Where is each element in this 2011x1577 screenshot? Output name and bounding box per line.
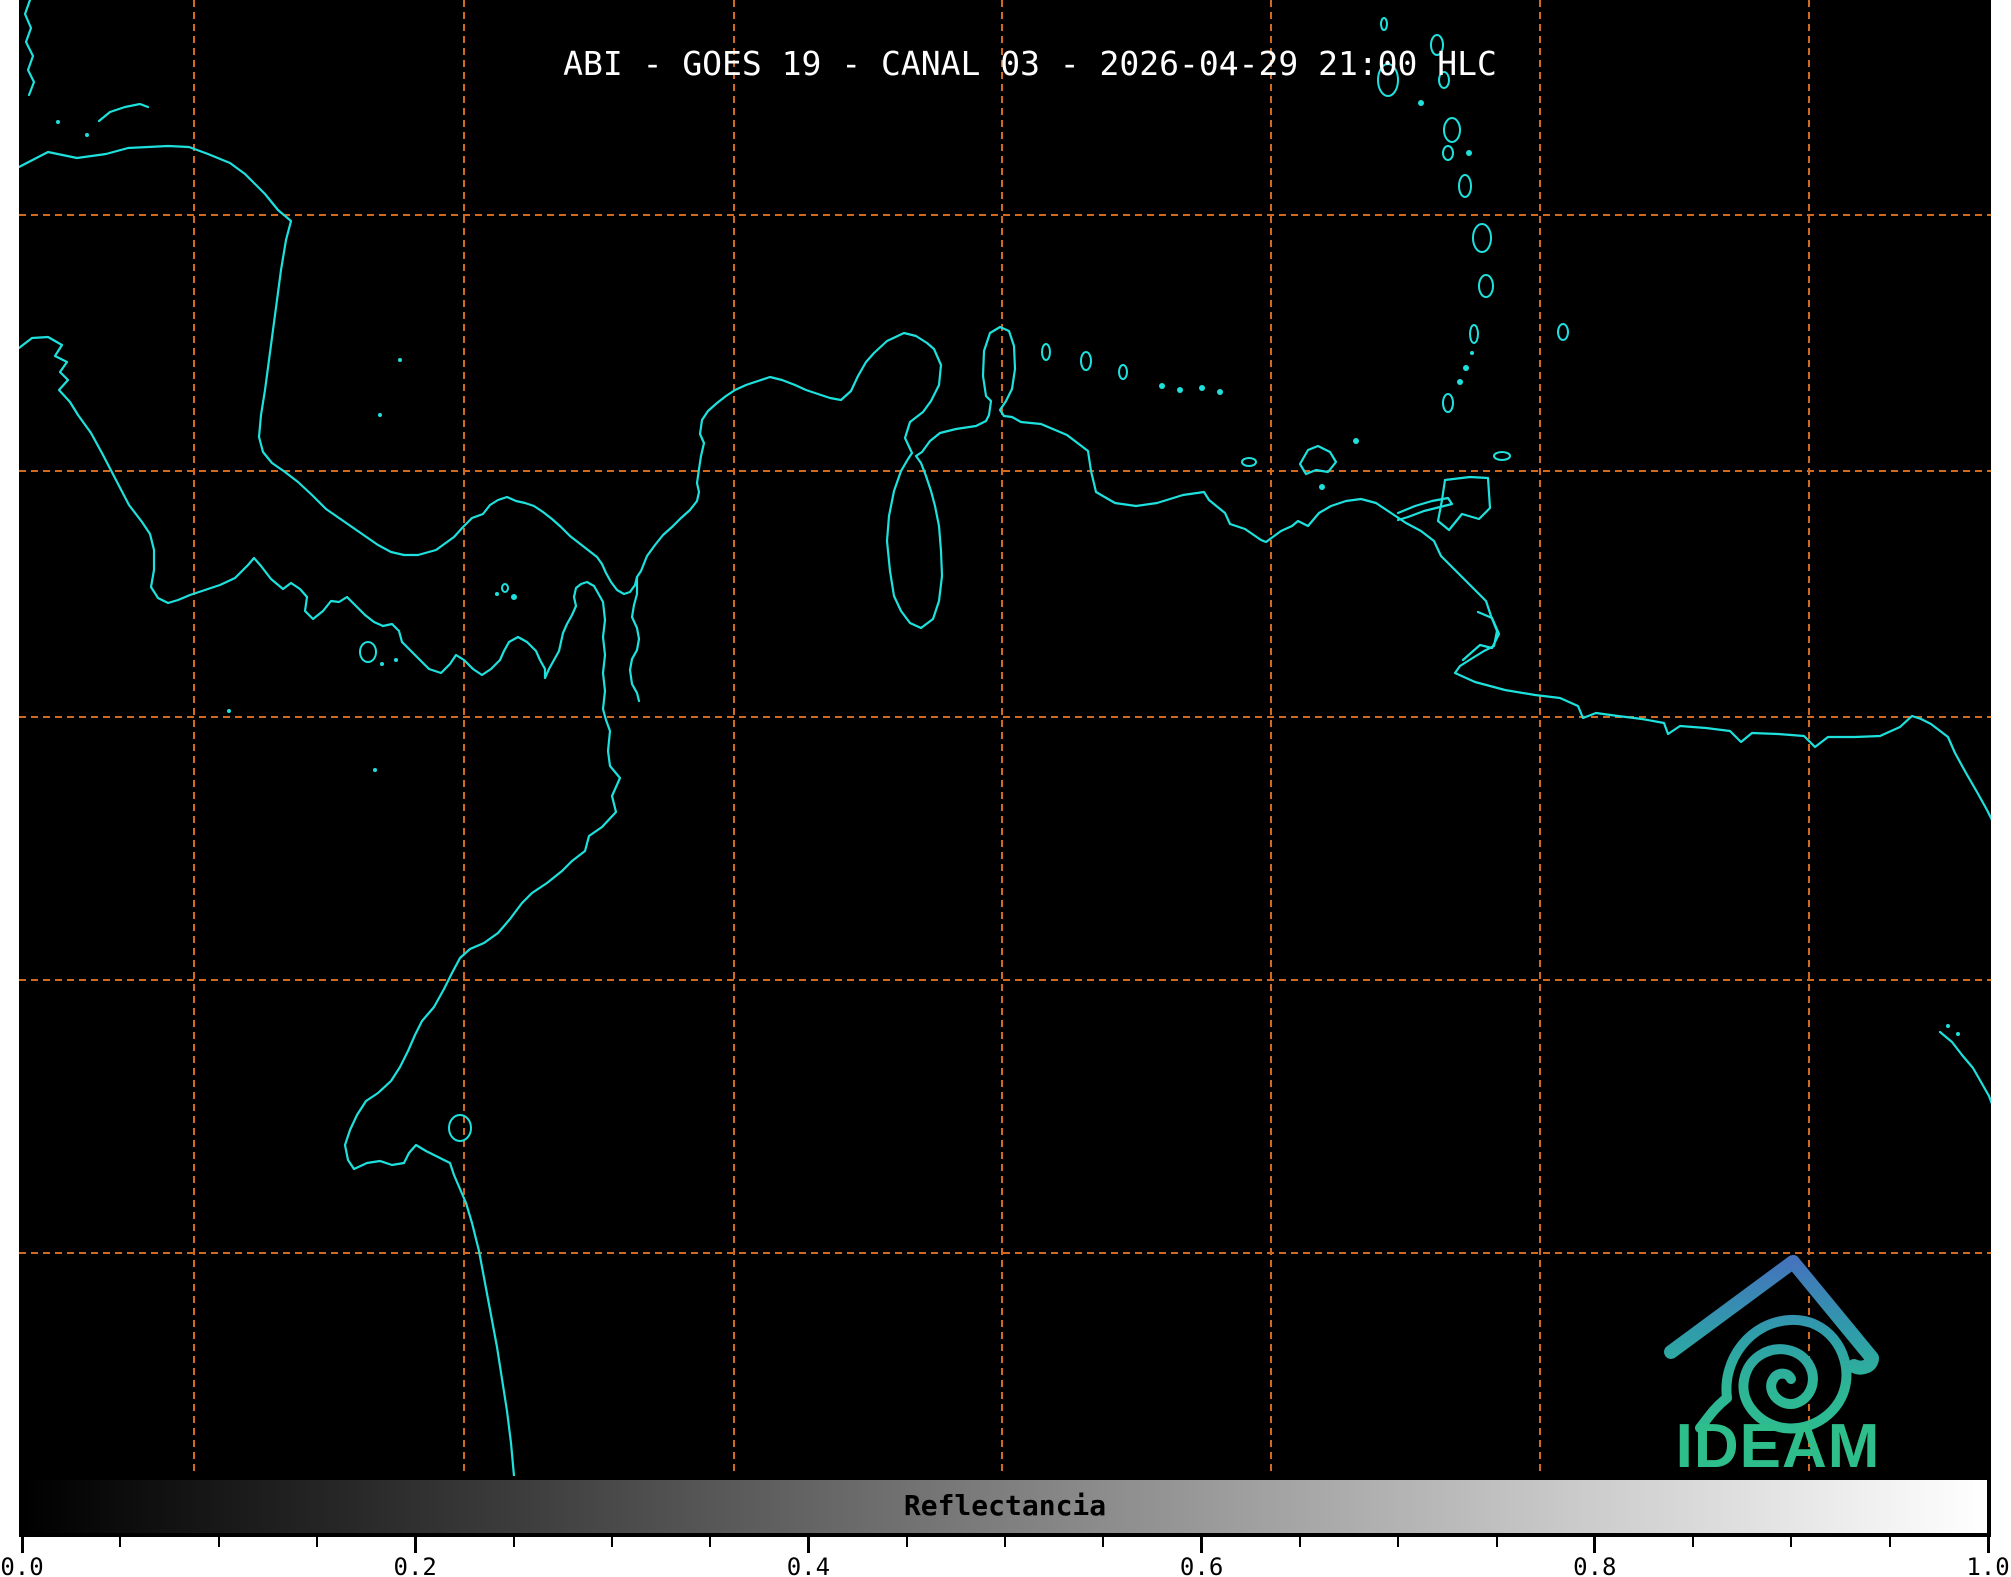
las-aves-dot1 <box>1159 383 1165 389</box>
colorbar-major-tick <box>1593 1537 1596 1553</box>
map-canvas: IDEAM <box>19 0 1991 1476</box>
chiriqui-islet1 <box>380 662 384 666</box>
gorgona-dot <box>373 768 377 772</box>
los-testigos-dot <box>1353 438 1359 444</box>
colorbar-tick-label: 0.6 <box>1180 1553 1223 1577</box>
colorbar-minor-tick <box>1004 1537 1006 1547</box>
antilles-11 <box>1479 275 1493 297</box>
san-andres-dot <box>378 413 382 417</box>
colorbar-tick-label: 0.4 <box>787 1553 830 1577</box>
la-tortuga <box>1242 458 1256 466</box>
colorbar-minor-tick <box>1692 1537 1694 1547</box>
providencia-dot <box>398 358 402 362</box>
map-panel: IDEAM <box>19 0 1991 1476</box>
colorbar-major-tick <box>1200 1537 1203 1553</box>
colorbar-major-tick <box>1987 1537 1990 1553</box>
amazon-islet2 <box>1956 1032 1960 1036</box>
coche-dot <box>1319 484 1325 490</box>
graticule-grid <box>19 0 1991 1476</box>
bay-islands-arc <box>99 104 148 121</box>
malpelo-dot <box>227 709 231 713</box>
bonaire <box>1119 365 1127 379</box>
ideam-logo-text: IDEAM <box>1676 1412 1881 1476</box>
antilles-8 <box>1466 150 1472 156</box>
curacao <box>1081 352 1091 370</box>
tobago <box>1494 452 1510 460</box>
colorbar-major-tick <box>414 1537 417 1553</box>
colorbar-minor-tick <box>513 1537 515 1547</box>
colorbar-minor-tick <box>1102 1537 1104 1547</box>
antilles-14 <box>1463 365 1469 371</box>
pearl-islet2 <box>511 594 517 600</box>
top-left-coast-fragment <box>25 0 34 95</box>
colorbar-tick-label: 0.2 <box>394 1553 437 1577</box>
antilles-9 <box>1459 175 1471 197</box>
amazon-islet1 <box>1946 1024 1950 1028</box>
colorbar-minor-tick <box>1790 1537 1792 1547</box>
coiba-island <box>360 642 376 662</box>
paria-peninsula <box>1398 498 1452 520</box>
colorbar-minor-tick <box>1397 1537 1399 1547</box>
barbados <box>1558 324 1568 340</box>
colorbar-minor-tick <box>1496 1537 1498 1547</box>
antilles-7 <box>1443 146 1453 160</box>
antilles-10 <box>1473 224 1491 252</box>
satellite-image-figure: IDEAM ABI - GOES 19 - CANAL 03 - 2026-04… <box>0 0 2011 1577</box>
antilles-6 <box>1444 118 1460 142</box>
colorbar-minor-tick <box>1299 1537 1301 1547</box>
urabas-gulf-coast <box>630 577 639 701</box>
antilles-15 <box>1457 379 1463 385</box>
puna-island <box>449 1115 471 1141</box>
los-roques-dot2 <box>1217 389 1223 395</box>
antilles-1 <box>1381 18 1387 30</box>
antilles-13 <box>1470 351 1474 355</box>
antilles-5 <box>1418 100 1424 106</box>
colorbar-tick-label: 0.0 <box>0 1553 43 1577</box>
los-roques-dot1 <box>1199 385 1205 391</box>
pearl-islet3 <box>495 592 499 596</box>
colorbar-minor-tick <box>218 1537 220 1547</box>
chiriqui-islet2 <box>394 658 398 662</box>
colorbar-major-tick <box>807 1537 810 1553</box>
ideam-logo: IDEAM <box>1671 1262 1880 1476</box>
colorbar-minor-tick <box>709 1537 711 1547</box>
grenada <box>1443 394 1453 412</box>
colorbar-label: Reflectancia <box>904 1489 1106 1522</box>
aruba <box>1042 344 1050 360</box>
colorbar-tick-label: 0.8 <box>1573 1553 1616 1577</box>
caribbean-mainland-coast <box>19 146 1991 820</box>
antilles-12 <box>1470 325 1478 343</box>
colorbar-minor-tick <box>1889 1537 1891 1547</box>
colorbar-major-tick <box>21 1537 24 1553</box>
trinidad-island <box>1438 477 1490 530</box>
coastlines <box>19 0 1991 1476</box>
amazon-corner-coast <box>1940 1032 1991 1104</box>
colorbar-minor-tick <box>316 1537 318 1547</box>
colorbar-tick-label: 1.0 <box>1966 1553 2009 1577</box>
margarita-island <box>1300 446 1336 474</box>
colorbar-minor-tick <box>906 1537 908 1547</box>
las-aves-dot2 <box>1177 387 1183 393</box>
colorbar-minor-tick <box>611 1537 613 1547</box>
honduras-islet-dot2 <box>56 120 60 124</box>
honduras-islet-dot <box>85 133 89 137</box>
islands <box>56 18 1960 1141</box>
pacific-mainland-coast <box>19 337 620 1476</box>
colorbar-minor-tick <box>119 1537 121 1547</box>
pearl-islet1 <box>502 584 508 592</box>
image-title: ABI - GOES 19 - CANAL 03 - 2026-04-29 21… <box>563 44 1497 83</box>
